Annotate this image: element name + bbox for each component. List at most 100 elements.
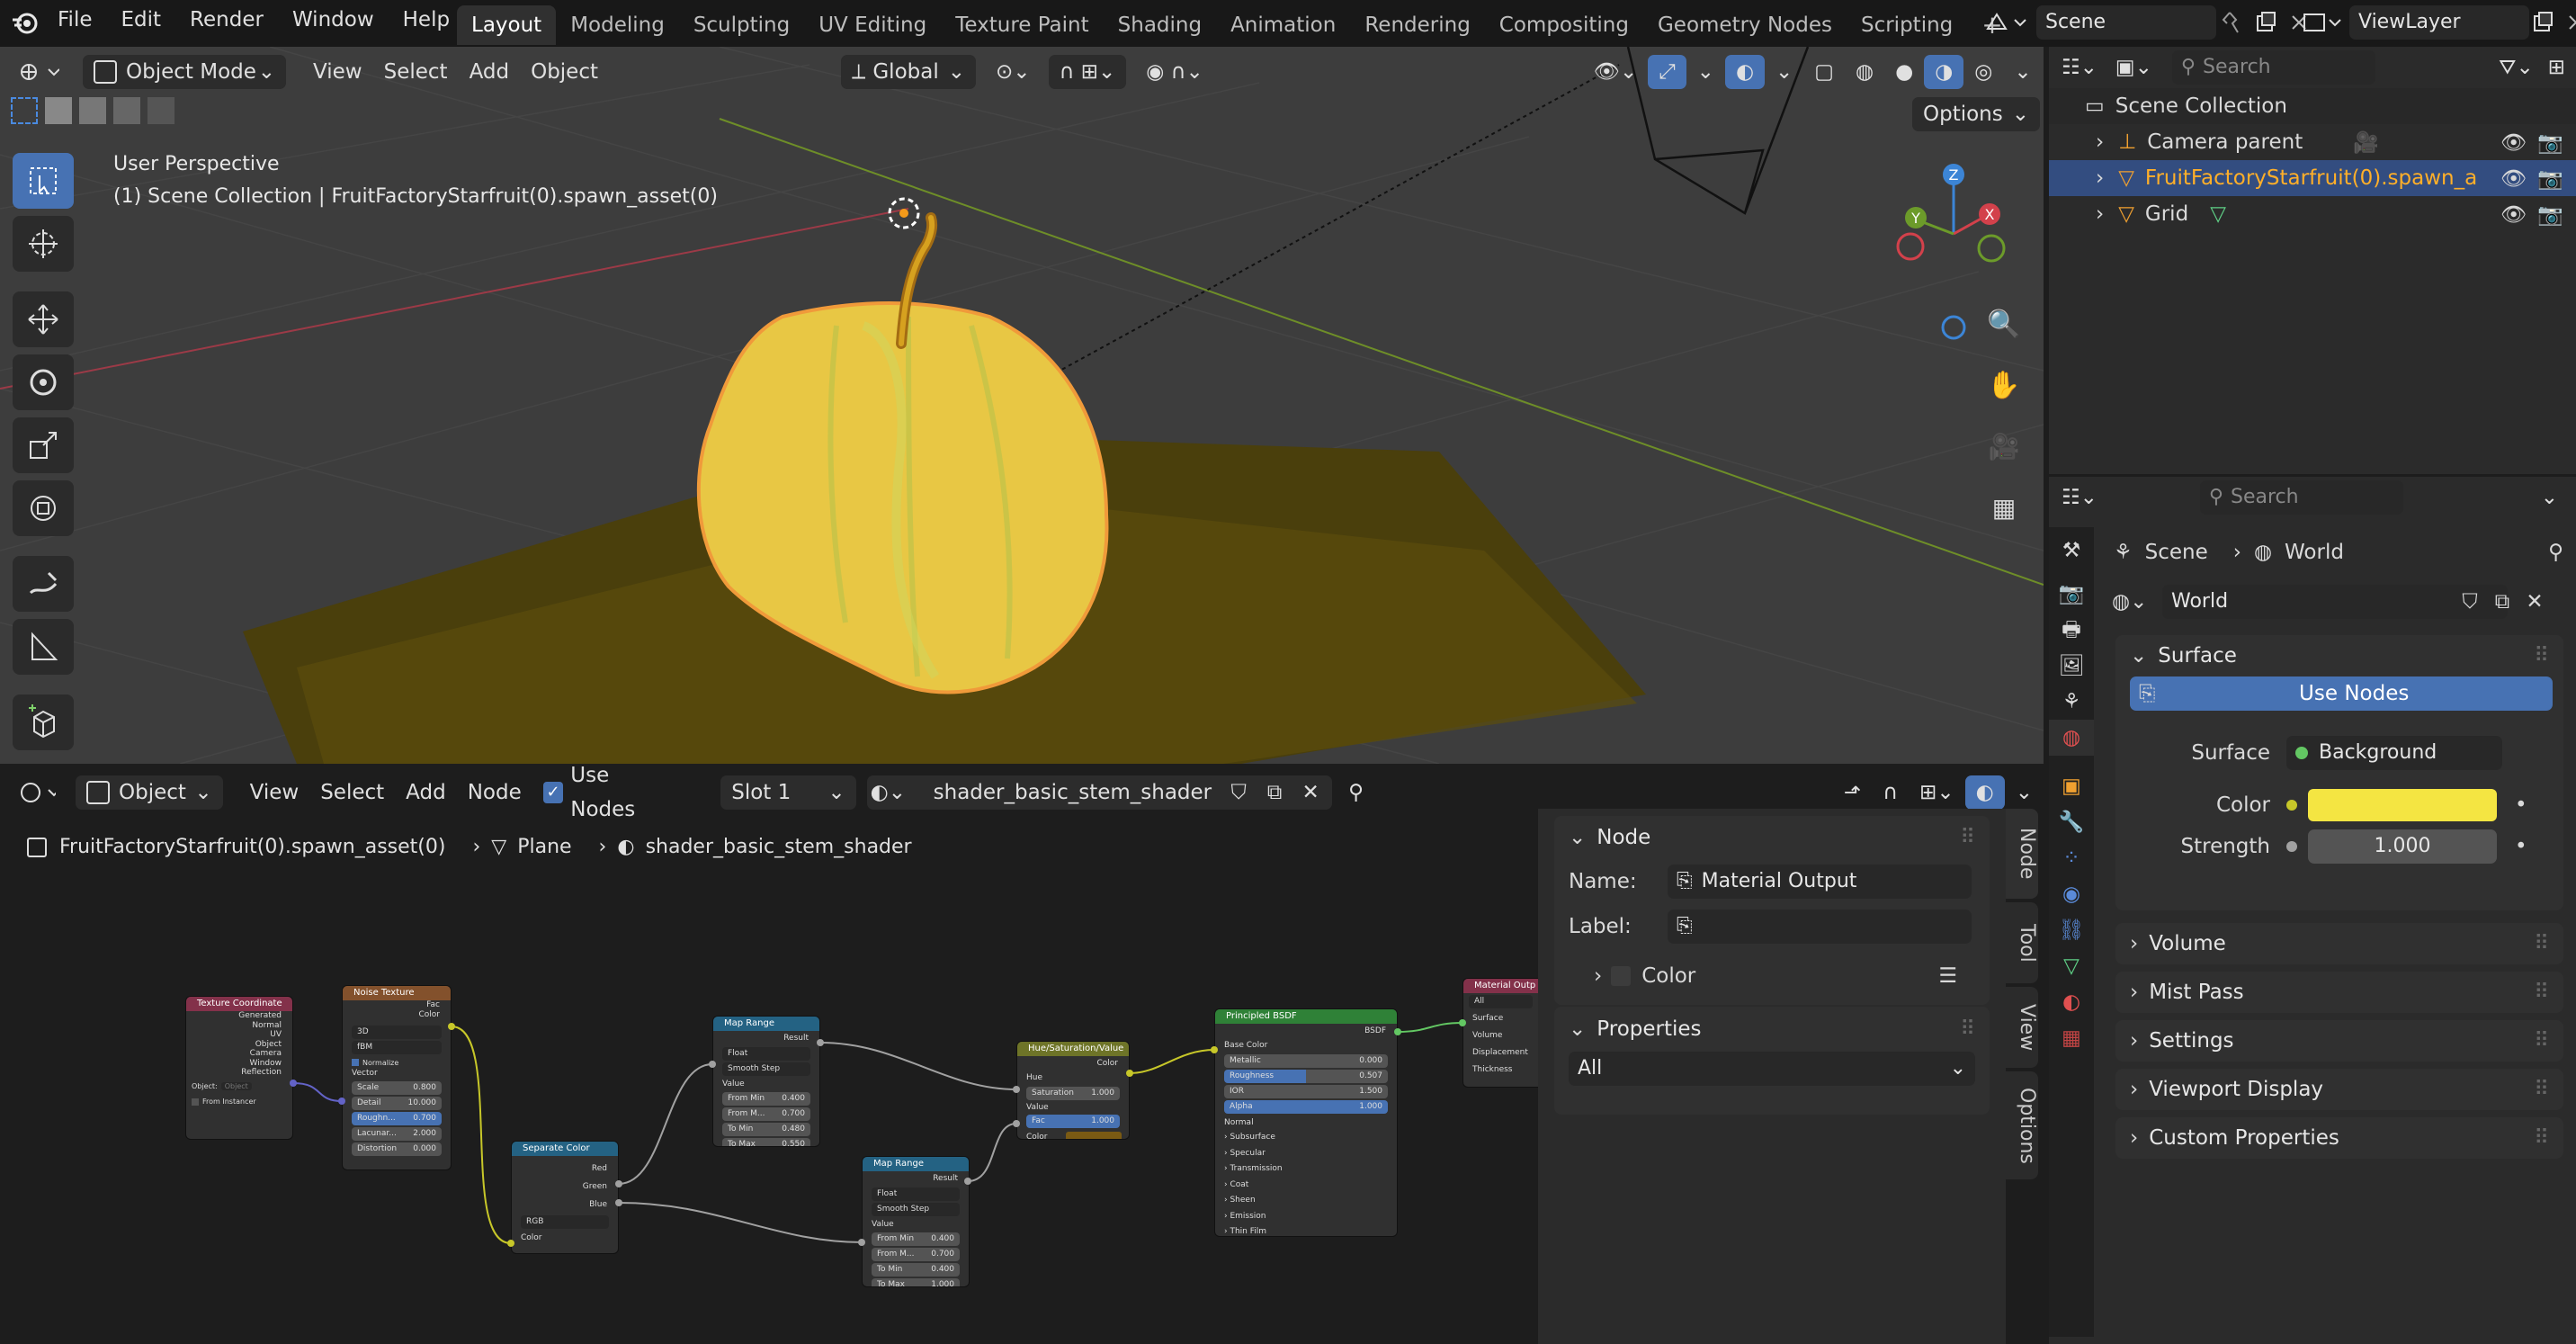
separate-color-node[interactable]: Separate Color Red Green Blue RGB Color <box>511 1141 619 1254</box>
material-output-node[interactable]: Material Outp All Surface Volume Displac… <box>1462 978 1538 1088</box>
snap-node-icon[interactable]: ∩ <box>1872 775 1909 810</box>
drag-handle-icon[interactable]: ⠿ <box>2534 1078 2549 1101</box>
scene-icon[interactable] <box>1982 5 2036 40</box>
shader-node-editor[interactable]: Object ⌄ View Select Add Node ✓ Use Node… <box>0 764 2044 1344</box>
world-browse-icon[interactable]: ◍⌄ <box>2112 590 2162 614</box>
menu-file[interactable]: File <box>43 0 107 40</box>
viewlayer-icon[interactable] <box>2299 5 2349 40</box>
camera-render-icon[interactable]: 📷 <box>2537 202 2563 227</box>
socket-input-value[interactable] <box>858 1239 865 1246</box>
mist-pass-panel[interactable]: › Mist Pass ⠿ <box>2115 972 2563 1013</box>
tab-geometry-nodes[interactable]: Geometry Nodes <box>1643 5 1847 45</box>
node-panel-header[interactable]: ⌄ Node ⠿ <box>1554 816 1990 859</box>
overlay-toggle-icon[interactable]: ◐ <box>1724 55 1766 89</box>
chevron-right-icon[interactable]: › <box>2096 130 2104 154</box>
socket-input-vector[interactable] <box>338 1098 345 1105</box>
menu-help[interactable]: Help <box>389 0 464 40</box>
subpanel-subsurface[interactable]: › Subsurface <box>1224 1130 1397 1146</box>
data-type-select[interactable]: Float <box>722 1047 810 1061</box>
saturation-field[interactable]: Saturation 1.000 <box>1026 1087 1120 1100</box>
keyframe-dot-icon[interactable]: • <box>2515 793 2527 817</box>
viewport-display-panel[interactable]: › Viewport Display ⠿ <box>2115 1069 2563 1110</box>
display-mode-icon[interactable]: ▣⌄ <box>2110 50 2158 85</box>
scale-tool-icon[interactable] <box>13 417 74 473</box>
snap-dropdown-icon[interactable]: ⊞⌄ <box>1909 775 1965 810</box>
move-tool-icon[interactable] <box>13 291 74 347</box>
shading-wireframe-icon[interactable]: ◍ <box>1845 55 1884 89</box>
object-tab-icon[interactable]: ▣ <box>2049 768 2094 804</box>
scene-tab-icon[interactable]: ⚘ <box>2049 684 2094 720</box>
new-viewlayer-icon[interactable] <box>2529 5 2565 40</box>
shading-material-icon[interactable]: ◑ <box>1924 55 1964 89</box>
socket-output-blue[interactable] <box>615 1199 622 1206</box>
keyframe-dot-icon[interactable]: • <box>2515 835 2527 858</box>
viewport-menu-object[interactable]: Object <box>520 55 609 89</box>
zoom-icon[interactable]: 🔍 <box>1979 299 2029 349</box>
tab-node[interactable]: Node <box>2006 809 2038 899</box>
new-scene-icon[interactable] <box>2252 5 2288 40</box>
gizmo-toggle-icon[interactable]: ⤢ <box>1648 55 1686 89</box>
socket-output-object[interactable] <box>290 1080 297 1087</box>
node-name-field[interactable]: ⎘ Material Output <box>1668 865 1972 899</box>
socket-output-result[interactable] <box>964 1178 971 1185</box>
outliner-item-camera-parent[interactable]: › ⊥ Camera parent 🎥 👁 📷 <box>2049 124 2576 160</box>
world-tab-icon[interactable]: ◍ <box>2049 720 2094 756</box>
tab-tool[interactable]: Tool <box>2006 902 2038 983</box>
drag-handle-icon[interactable]: ⠿ <box>2534 644 2549 668</box>
metallic-field[interactable]: Metallic 0.000 <box>1224 1054 1388 1068</box>
to-min-field[interactable]: To Min 0.400 <box>872 1263 960 1277</box>
delete-viewlayer-icon[interactable] <box>2565 5 2576 40</box>
tab-modeling[interactable]: Modeling <box>556 5 679 45</box>
transform-orientation-dropdown[interactable]: ⟂ Global ⌄ <box>841 55 977 89</box>
add-cube-tool-icon[interactable] <box>13 694 74 750</box>
properties-editor-type-icon[interactable]: ☷⌄ <box>2056 480 2103 515</box>
tab-texture-paint[interactable]: Texture Paint <box>941 5 1103 45</box>
cursor-tool-icon[interactable] <box>13 216 74 272</box>
eye-icon[interactable]: 👁 <box>2500 202 2527 227</box>
snap-icon[interactable]: ∩ ⊞⌄ <box>1048 55 1127 89</box>
strength-field[interactable]: 1.000 <box>2308 829 2497 864</box>
color-swatch[interactable] <box>1066 1132 1122 1139</box>
to-max-field[interactable]: To Max 0.550 <box>722 1138 810 1146</box>
checkbox-checked-icon[interactable] <box>352 1059 359 1066</box>
tab-layout[interactable]: Layout <box>457 5 557 45</box>
perspective-grid-icon[interactable]: ▦ <box>1979 482 2029 533</box>
color-checkbox[interactable] <box>1611 966 1632 986</box>
noise-type-select[interactable]: fBM <box>352 1041 442 1054</box>
ior-field[interactable]: IOR 1.500 <box>1224 1085 1388 1098</box>
shading-dropdown-icon[interactable]: ⌄ <box>2003 55 2042 89</box>
select-new-icon[interactable] <box>11 97 38 124</box>
subpanel-specular[interactable]: › Specular <box>1224 1146 1397 1162</box>
from-min-field[interactable]: From Min 0.400 <box>872 1232 960 1246</box>
roughness-field[interactable]: Roughn... 0.700 <box>352 1112 442 1125</box>
properties-filter-select[interactable]: All ⌄ <box>1569 1052 1975 1086</box>
interpolation-select[interactable]: Smooth Step <box>872 1203 960 1216</box>
to-min-field[interactable]: To Min 0.480 <box>722 1123 810 1136</box>
to-max-field[interactable]: To Max 1.000 <box>872 1278 960 1286</box>
fac-field[interactable]: Fac 1.000 <box>1026 1115 1120 1128</box>
unlink-world-icon[interactable]: ✕ <box>2518 590 2551 614</box>
select-intersect-icon[interactable] <box>148 97 174 124</box>
alpha-field[interactable]: Alpha 1.000 <box>1224 1100 1388 1114</box>
shading-solid-icon[interactable]: ● <box>1884 55 1924 89</box>
physics-tab-icon[interactable]: ◉ <box>2049 876 2094 912</box>
material-tab-icon[interactable]: ◐ <box>2049 984 2094 1020</box>
chevron-right-icon[interactable]: › <box>2096 166 2104 190</box>
tab-rendering[interactable]: Rendering <box>1350 5 1484 45</box>
subpanel-coat[interactable]: › Coat <box>1224 1178 1397 1194</box>
chevron-right-icon[interactable]: › <box>2096 202 2104 226</box>
pin-icon[interactable] <box>2216 5 2252 40</box>
viewport-menu-view[interactable]: View <box>302 55 373 89</box>
socket-input-value[interactable] <box>709 1061 716 1068</box>
tab-sculpting[interactable]: Sculpting <box>679 5 804 45</box>
node-overlay-icon[interactable]: ◐ <box>1964 775 2005 810</box>
data-type-select[interactable]: Float <box>872 1187 960 1201</box>
duplicate-world-icon[interactable]: ⧉ <box>2486 590 2518 614</box>
properties-options-icon[interactable]: ⌄ <box>2530 480 2569 515</box>
subpanel-thin-film[interactable]: › Thin Film <box>1224 1224 1397 1236</box>
camera-render-icon[interactable]: 📷 <box>2537 166 2563 191</box>
distortion-field[interactable]: Distortion 0.000 <box>352 1142 442 1156</box>
surface-shader-field[interactable]: Background <box>2286 736 2502 770</box>
socket-input-color[interactable] <box>507 1240 514 1247</box>
tab-uv-editing[interactable]: UV Editing <box>804 5 941 45</box>
